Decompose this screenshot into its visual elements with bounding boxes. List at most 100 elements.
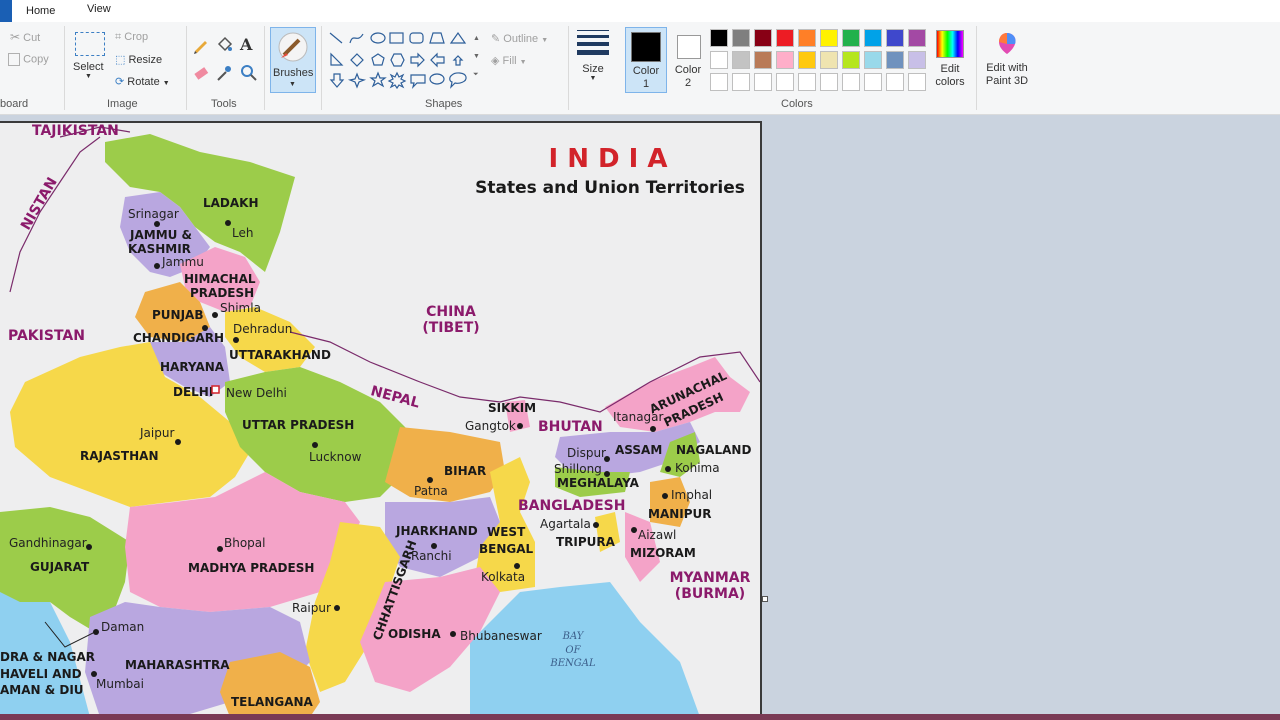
size-button[interactable]: Size ▼ bbox=[575, 30, 611, 96]
color1-button[interactable]: Color 1 bbox=[625, 27, 667, 93]
city-shillong: Shillong bbox=[554, 462, 602, 476]
scroll-down-icon[interactable]: ▼ bbox=[473, 48, 481, 66]
state-label-manipur: MANIPUR bbox=[648, 507, 712, 521]
shapes-gallery[interactable] bbox=[327, 30, 477, 90]
color-swatch[interactable] bbox=[820, 51, 838, 69]
color-swatch[interactable] bbox=[820, 73, 838, 91]
city-shimla: Shimla bbox=[220, 301, 261, 315]
color-swatch[interactable] bbox=[798, 51, 816, 69]
brushes-button[interactable]: Brushes ▼ bbox=[270, 27, 316, 93]
tab-view[interactable]: View bbox=[87, 3, 111, 15]
city-dot bbox=[662, 493, 668, 499]
fill-bucket-icon[interactable] bbox=[215, 36, 233, 54]
color-swatch[interactable] bbox=[754, 29, 772, 47]
crop-button[interactable]: ⌗ Crop bbox=[115, 31, 148, 44]
edit-colors-button[interactable]: Edit colors bbox=[930, 27, 970, 91]
country-tibet: (TIBET) bbox=[422, 320, 479, 336]
resize-button[interactable]: ⬚ Resize bbox=[115, 53, 162, 66]
city-dot bbox=[334, 605, 340, 611]
outline-button[interactable]: ✎ Outline ▼ bbox=[491, 32, 548, 45]
color-swatch[interactable] bbox=[710, 73, 728, 91]
color-swatch[interactable] bbox=[820, 29, 838, 47]
city-dot bbox=[514, 563, 520, 569]
color-swatch[interactable] bbox=[776, 73, 794, 91]
state-label-mizoram: MIZORAM bbox=[630, 546, 696, 560]
color-swatch[interactable] bbox=[732, 29, 750, 47]
pencil-icon[interactable] bbox=[192, 36, 210, 54]
state-label-meghalaya: MEGHALAYA bbox=[557, 476, 640, 490]
city-leh: Leh bbox=[232, 226, 253, 240]
city-dot bbox=[593, 522, 599, 528]
rotate-button[interactable]: ⟳ Rotate ▼ bbox=[115, 75, 170, 88]
expand-gallery-icon[interactable]: ⏷ bbox=[473, 66, 481, 84]
scissors-icon: ✂ bbox=[10, 30, 21, 44]
sea-label-bay: BAY bbox=[562, 631, 585, 642]
color-swatch[interactable] bbox=[886, 73, 904, 91]
edit-with-paint3d-button[interactable]: Edit with Paint 3D bbox=[980, 27, 1034, 91]
text-tool-icon[interactable]: A bbox=[240, 35, 258, 54]
india-map: I N D I A States and Union Territories T… bbox=[0, 123, 760, 717]
shapes-scroll[interactable]: ▲ ▼ ⏷ bbox=[473, 30, 481, 88]
country-bangladesh: BANGLADESH bbox=[518, 498, 625, 514]
color-swatch[interactable] bbox=[754, 51, 772, 69]
color-swatch[interactable] bbox=[710, 29, 728, 47]
city-dot bbox=[154, 263, 160, 269]
state-label-hp: HIMACHAL bbox=[184, 272, 256, 286]
paint3d-line1: Edit with bbox=[986, 62, 1028, 74]
bay-of-bengal bbox=[470, 582, 700, 717]
color-swatch[interactable] bbox=[908, 51, 926, 69]
city-imphal: Imphal bbox=[671, 488, 712, 502]
copy-button[interactable]: Copy bbox=[8, 53, 49, 66]
drawing-canvas[interactable]: I N D I A States and Union Territories T… bbox=[0, 121, 762, 717]
city-bhopal: Bhopal bbox=[224, 536, 265, 550]
color-swatch[interactable] bbox=[776, 29, 794, 47]
color-swatch[interactable] bbox=[864, 73, 882, 91]
color-swatch[interactable] bbox=[864, 29, 882, 47]
ribbon-tabs: Home View bbox=[0, 0, 1280, 24]
state-label-punjab: PUNJAB bbox=[152, 308, 203, 322]
state-label-hp: PRADESH bbox=[190, 286, 254, 300]
color-swatch[interactable] bbox=[798, 29, 816, 47]
color-swatch[interactable] bbox=[908, 29, 926, 47]
map-title: I N D I A bbox=[548, 144, 667, 174]
state-label-wb: WEST bbox=[487, 525, 526, 539]
ribbon: ✂ Cut Copy board Select ▼ ⌗ Crop ⬚ Resiz… bbox=[0, 22, 1280, 115]
color-swatch[interactable] bbox=[864, 51, 882, 69]
chevron-down-icon: ▼ bbox=[541, 37, 549, 44]
cut-button[interactable]: ✂ Cut bbox=[10, 30, 40, 44]
state-label-wb: BENGAL bbox=[479, 542, 534, 556]
magnifier-icon[interactable] bbox=[240, 64, 258, 82]
crop-icon: ⌗ bbox=[115, 31, 122, 43]
color-swatch[interactable] bbox=[842, 73, 860, 91]
color-swatch[interactable] bbox=[732, 51, 750, 69]
city-dot bbox=[93, 629, 99, 635]
color-picker-icon[interactable] bbox=[215, 64, 233, 82]
color-swatch[interactable] bbox=[776, 51, 794, 69]
color-swatch[interactable] bbox=[842, 51, 860, 69]
tab-home[interactable]: Home bbox=[0, 0, 60, 24]
color-swatch[interactable] bbox=[886, 29, 904, 47]
color2-label: Color bbox=[674, 64, 702, 76]
copy-label: Copy bbox=[23, 53, 49, 66]
state-label-up: UTTAR PRADESH bbox=[242, 418, 354, 432]
country-pakistan: PAKISTAN bbox=[8, 328, 85, 344]
color-swatch[interactable] bbox=[908, 73, 926, 91]
color-swatch[interactable] bbox=[842, 29, 860, 47]
state-label-dnh: AMAN & DIU bbox=[0, 683, 84, 697]
color-swatch[interactable] bbox=[886, 51, 904, 69]
canvas-resize-handle[interactable] bbox=[762, 596, 768, 602]
scroll-up-icon[interactable]: ▲ bbox=[473, 30, 481, 48]
color2-button[interactable]: Color 2 bbox=[668, 27, 708, 91]
color-swatch[interactable] bbox=[710, 51, 728, 69]
state-label-delhi: DELHI bbox=[173, 385, 213, 399]
color-swatch[interactable] bbox=[732, 73, 750, 91]
fill-button[interactable]: ◈ Fill ▼ bbox=[491, 54, 527, 67]
outline-icon: ✎ bbox=[491, 33, 501, 45]
city-dot bbox=[225, 220, 231, 226]
select-button[interactable]: Select ▼ bbox=[73, 32, 105, 80]
color-swatch[interactable] bbox=[798, 73, 816, 91]
file-menu-button[interactable] bbox=[0, 0, 12, 22]
eraser-icon[interactable] bbox=[192, 64, 210, 82]
crop-label: Crop bbox=[124, 31, 149, 43]
color-swatch[interactable] bbox=[754, 73, 772, 91]
